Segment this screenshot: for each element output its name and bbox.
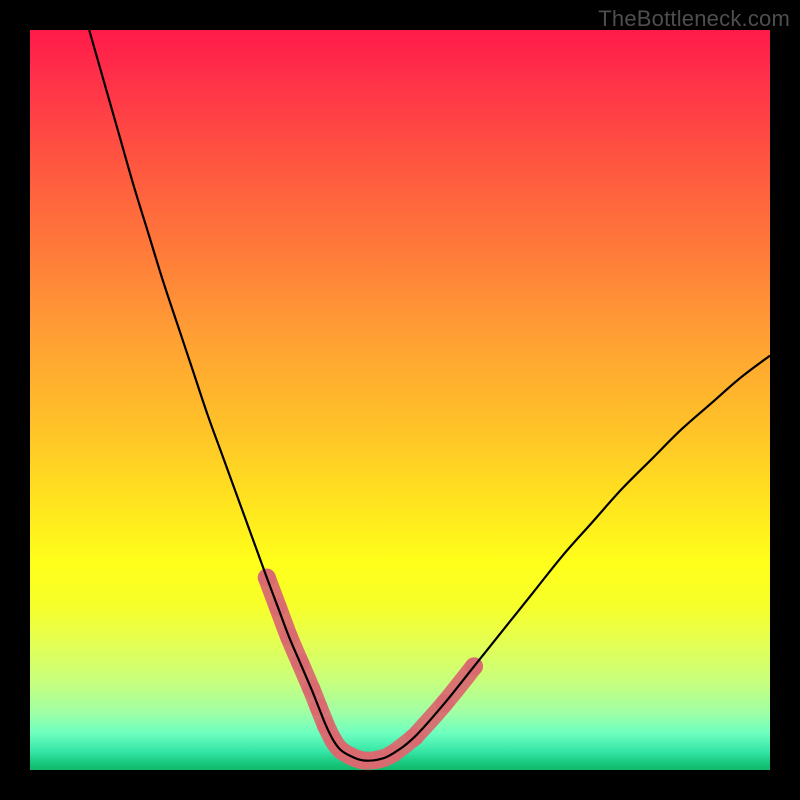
chart-frame: TheBottleneck.com [0,0,800,800]
curve-markers [258,569,483,770]
watermark-text: TheBottleneck.com [598,6,790,32]
curve-layer [30,30,770,770]
plot-area [30,30,770,770]
bottleneck-curve [89,30,770,761]
